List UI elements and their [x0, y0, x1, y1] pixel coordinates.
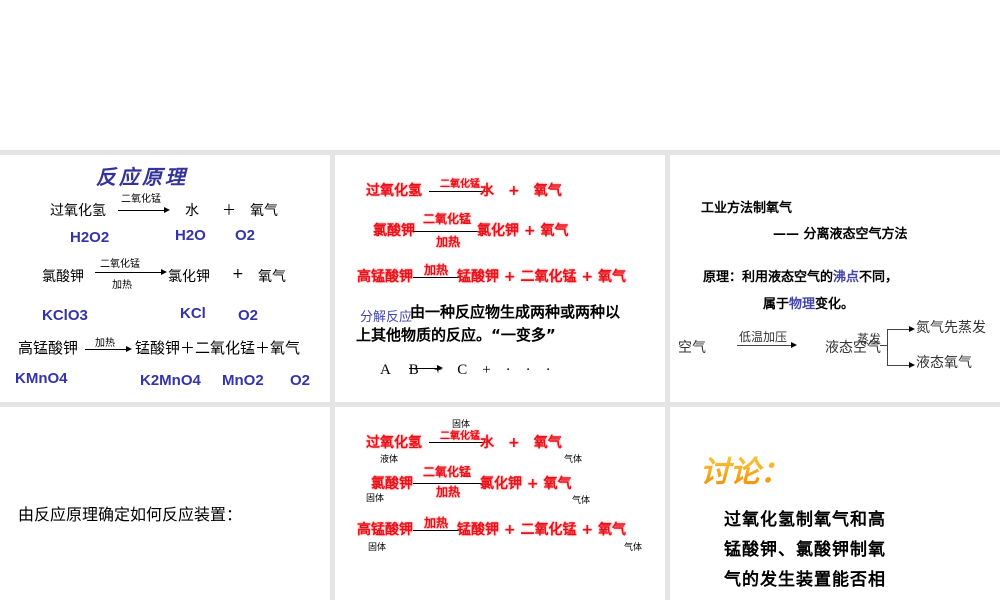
- evaporation-label: 蒸发: [857, 332, 882, 346]
- discussion-line: 锰酸钾、氯酸钾制氧: [724, 540, 886, 560]
- reactant: 过氧化氢: [366, 435, 422, 451]
- products: 氯化钾 + 氧气: [480, 476, 572, 492]
- slide-reaction-principle[interactable]: 反应原理 过氧化氢 二氧化锰 水 ＋ 氧气 H2O2 H2O O2 氯酸钾 二氧…: [0, 155, 330, 402]
- products: 锰酸钾 + 二氧化锰 + 氧气: [457, 522, 626, 538]
- definition-line: 由一种反应物生成两种或两种以: [410, 303, 621, 321]
- products: 氯化钾 + 氧气: [477, 223, 569, 239]
- state-label: 液体: [380, 455, 399, 465]
- condition: 二氧化锰: [423, 212, 472, 226]
- reactant: 过氧化氢: [366, 183, 422, 199]
- condition: 二氧化锰: [423, 465, 472, 479]
- principle-line2: 属于物理变化。: [763, 293, 854, 312]
- formula: KMnO4: [15, 370, 68, 387]
- arrow-icon: [118, 207, 170, 213]
- formula: H2O: [175, 227, 206, 244]
- reactant: 过氧化氢: [50, 203, 106, 219]
- text: 变化。: [815, 297, 855, 312]
- products: 水 + 氧气: [480, 183, 562, 199]
- arrow-icon: [887, 326, 915, 332]
- text: 原理：利用液态空气的: [703, 270, 834, 285]
- slide-title: 工业方法制氧气: [701, 201, 793, 216]
- condition: 二氧化锰: [121, 194, 161, 205]
- product: 氧气: [258, 269, 286, 285]
- formula: O2: [235, 227, 256, 244]
- reactant: 氯酸钾: [371, 476, 413, 492]
- slide-reactant-states[interactable]: 固体 过氧化氢 二氧化锰 水 + 氧气 液体 气体 氯酸钾 二氧化锰 加热 氯化…: [335, 407, 665, 600]
- condition: 加热: [436, 485, 461, 499]
- arrow-line: [413, 277, 461, 278]
- condition: 加热: [436, 235, 461, 249]
- arrow-icon: [85, 346, 132, 352]
- arrow-icon: [737, 342, 797, 348]
- reactant: 高锰酸钾: [357, 522, 413, 538]
- text: 属于: [763, 297, 790, 312]
- definition-line: 上其他物质的反应。“一变多”: [356, 326, 556, 344]
- term-label: 分解反应: [360, 310, 413, 325]
- slide-apparatus-question[interactable]: 由反应原理确定如何反应装置：: [0, 407, 330, 600]
- reactant: 高锰酸钾: [357, 269, 413, 285]
- highlight: 沸点: [833, 270, 860, 285]
- oxygen-label: 液态氧气: [916, 355, 972, 371]
- condition: 加热: [424, 516, 449, 530]
- branch-line: [887, 329, 888, 365]
- slide-industrial-method[interactable]: 工业方法制氧气 —— 分离液态空气方法 原理：利用液态空气的沸点不同， 属于物理…: [670, 155, 1000, 402]
- formula: KCl: [180, 305, 206, 322]
- formula: O2: [238, 307, 259, 324]
- condition: 二氧化锰: [100, 259, 140, 270]
- formula: K2MnO4: [140, 372, 201, 389]
- condition: 加热: [112, 280, 132, 291]
- formula: KClO3: [42, 307, 88, 324]
- reactant: 氯酸钾: [373, 223, 415, 239]
- formula: H2O2: [70, 229, 110, 246]
- plus: +: [232, 266, 244, 282]
- plus: ＋: [222, 203, 236, 219]
- state-label: 气体: [572, 496, 591, 506]
- product: 氧气: [250, 203, 278, 219]
- arrow-icon: [95, 269, 167, 275]
- formula: O2: [290, 372, 311, 389]
- condition: 低温加压: [739, 330, 788, 344]
- product: 氯化钾: [168, 269, 210, 285]
- products: 水 + 氧气: [480, 435, 562, 451]
- slide-decomposition[interactable]: 过氧化氢 二氧化锰 水 + 氧气 氯酸钾 二氧化锰 加热 氯化钾 + 氧气 高锰…: [335, 155, 665, 402]
- condition: 加热: [424, 263, 449, 277]
- nitrogen-label: 氮气先蒸发: [916, 320, 986, 336]
- text: 不同，: [859, 270, 899, 285]
- state-label: 固体: [366, 494, 385, 504]
- state-label: 固体: [368, 543, 387, 553]
- formula: MnO2: [222, 372, 264, 389]
- discussion-line: 同？: [724, 594, 760, 600]
- arrow-line: [413, 530, 461, 531]
- discussion-heading: 讨论：: [700, 447, 790, 491]
- product: 水: [185, 203, 199, 219]
- reactant: 氯酸钾: [42, 269, 84, 285]
- arrow-icon: [409, 365, 443, 371]
- highlight: 物理: [789, 297, 816, 312]
- products: 锰酸钾 + 二氧化锰 + 氧气: [457, 269, 626, 285]
- condition: 二氧化锰: [440, 179, 480, 190]
- arrow-icon: [887, 362, 915, 368]
- body-text: 由反应原理确定如何反应装置：: [18, 505, 243, 524]
- products: 锰酸钾＋二氧化锰＋氧气: [135, 339, 301, 357]
- condition: 二氧化锰: [440, 431, 480, 442]
- slide-title: 反应原理: [96, 165, 188, 189]
- reactant: 高锰酸钾: [18, 339, 79, 357]
- subtitle: —— 分离液态空气方法: [773, 227, 908, 242]
- state-label: 气体: [624, 543, 643, 553]
- principle: 原理：利用液态空气的沸点不同，: [703, 266, 898, 285]
- state-label: 气体: [564, 455, 583, 465]
- air-label: 空气: [678, 340, 706, 356]
- discussion-line: 过氧化氢制氧气和高: [724, 510, 886, 530]
- condition: 加热: [95, 338, 115, 349]
- slide-discussion[interactable]: 讨论： 过氧化氢制氧气和高 锰酸钾、氯酸钾制氧 气的发生装置能否相 同？: [670, 407, 1000, 600]
- discussion-line: 气的发生装置能否相: [724, 570, 886, 590]
- general-scheme: A B + C + · · ·: [380, 362, 551, 378]
